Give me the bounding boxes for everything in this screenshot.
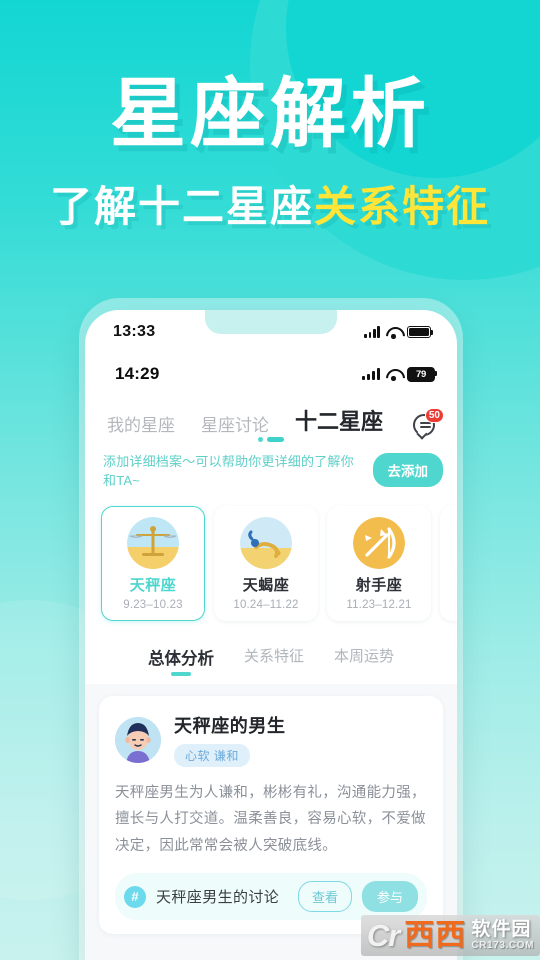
analysis-tab-overall[interactable]: 总体分析	[148, 645, 214, 675]
analysis-tabs: 总体分析 关系特征 本周运势	[85, 633, 457, 684]
content-area: 天秤座的男生 心软 谦和 天秤座男生为人谦和，彬彬有礼，沟通能力强，擅长与人打交…	[85, 684, 457, 935]
nav-tab-twelve-signs[interactable]: 十二星座	[295, 404, 383, 440]
app-wifi-icon	[386, 368, 401, 381]
promo-text: 添加详细档案～可以帮助你更详细的了解你和TA~	[103, 454, 354, 488]
zodiac-date: 10.24–11.22	[233, 599, 299, 611]
watermark-logo: Cr	[366, 917, 400, 953]
trait-tag: 心软 谦和	[174, 744, 250, 767]
zodiac-name: 天秤座	[129, 577, 177, 594]
hero-section: 星座解析 了解十二星座关系特征	[0, 72, 540, 234]
go-add-button[interactable]: 去添加	[372, 453, 443, 487]
page-title: 星座解析	[110, 72, 430, 157]
zodiac-name: 射手座	[355, 577, 403, 594]
scorpio-scorpion-icon	[240, 517, 292, 569]
analysis-card-header: 天秤座的男生 心软 谦和	[115, 712, 427, 767]
zodiac-card-sagittarius[interactable]: 射手座 11.23–12.21	[327, 506, 431, 621]
zodiac-card-capricorn[interactable]: 摩羯座 12.22–	[440, 506, 457, 621]
wifi-icon	[386, 326, 401, 339]
battery-icon	[407, 326, 434, 338]
nav-tab-my-sign[interactable]: 我的星座	[107, 411, 175, 440]
app-battery-icon: 79	[407, 366, 438, 382]
boy-avatar-icon	[115, 716, 161, 763]
analysis-title: 天秤座的男生	[174, 716, 286, 736]
message-button[interactable]: 50	[413, 408, 444, 440]
zodiac-name: 摩羯座	[447, 574, 457, 595]
subtitle-highlight: 关系特征	[314, 183, 491, 231]
message-badge: 50	[424, 408, 444, 423]
page-subtitle: 了解十二星座关系特征	[0, 173, 540, 234]
hashtag-icon: #	[124, 885, 146, 908]
analysis-paragraph: 天秤座男生为人谦和，彬彬有礼，沟通能力强，擅长与人打交道。温柔善良，容易心软，不…	[115, 785, 426, 854]
zodiac-date: 12.22–	[447, 599, 457, 611]
app-clock: 14:29	[115, 364, 160, 383]
top-nav-tabs: 我的星座 星座讨论 十二星座 50	[85, 394, 457, 442]
phone-mockup: 13:33 14:29 79 我的星座 星座讨论 十二星座 50 添加详细档案～…	[85, 310, 457, 960]
zodiac-date: 9.23–10.23	[123, 599, 183, 611]
page-indicator	[258, 436, 284, 442]
site-watermark: Cr 西西 软件园 CR173.COM	[360, 915, 540, 956]
watermark-brand-suffix: 软件园	[471, 919, 532, 940]
app-content: 添加详细档案～可以帮助你更详细的了解你和TA~ 去添加 天秤座 9.23–10.…	[85, 440, 457, 960]
signal-bars-icon	[364, 326, 380, 338]
analysis-card-heading: 天秤座的男生 心软 谦和	[174, 712, 286, 767]
join-topic-button[interactable]: 参与	[361, 881, 418, 913]
libra-scales-icon	[127, 517, 179, 569]
zodiac-sign-list[interactable]: 天秤座 9.23–10.23 天蝎座 10.24–11.22 射手座 11.23…	[85, 500, 457, 633]
app-signal-bars-icon	[361, 368, 380, 380]
view-topic-button[interactable]: 查看	[297, 881, 352, 913]
zodiac-name: 天蝎座	[242, 577, 290, 594]
analysis-tab-weekly[interactable]: 本周运势	[334, 645, 394, 675]
profile-promo-banner: 添加详细档案～可以帮助你更详细的了解你和TA~ 去添加	[85, 440, 457, 500]
zodiac-card-scorpio[interactable]: 天蝎座 10.24–11.22	[214, 506, 318, 621]
analysis-card: 天秤座的男生 心软 谦和 天秤座男生为人谦和，彬彬有礼，沟通能力强，擅长与人打交…	[99, 696, 443, 935]
device-status-bar: 13:33	[85, 310, 457, 354]
phone-notch	[205, 310, 337, 334]
battery-percent-label: 79	[416, 368, 426, 380]
topic-name: 天秤座男生的讨论	[156, 889, 280, 907]
analysis-tab-relationship[interactable]: 关系特征	[244, 645, 304, 675]
subtitle-plain: 了解十二星座	[49, 183, 314, 231]
zodiac-date: 11.23–12.21	[346, 599, 412, 611]
watermark-brand-cn: 西西	[404, 919, 467, 952]
device-clock: 13:33	[113, 323, 156, 340]
zodiac-card-libra[interactable]: 天秤座 9.23–10.23	[101, 506, 205, 621]
watermark-domain: CR173.COM	[471, 940, 534, 951]
sagittarius-bow-icon	[353, 517, 405, 569]
app-status-bar: 14:29 79	[85, 354, 457, 394]
topic-row[interactable]: # 天秤座男生的讨论 查看 参与	[115, 873, 427, 921]
